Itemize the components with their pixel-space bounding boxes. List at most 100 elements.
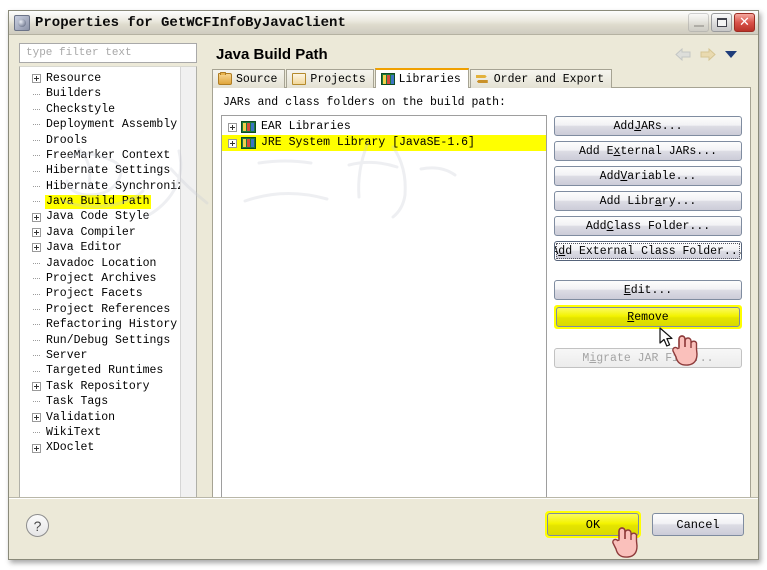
sidebar-item-drools[interactable]: Drools — [20, 133, 180, 148]
dialog-content: Resource BuildersCheckstyle Deployment Ass… — [14, 40, 753, 520]
projects-folder-icon — [292, 73, 307, 85]
cancel-button[interactable]: Cancel — [652, 513, 744, 536]
dialog-body: Resource BuildersCheckstyle Deployment Ass… — [9, 35, 758, 559]
chevron-down-icon[interactable] — [725, 50, 737, 58]
screenshot-root: Properties for GetWCFInfoByJavaClient ✕ — [0, 0, 767, 570]
sidebar-item-refactoring-history[interactable]: Refactoring History — [20, 317, 180, 332]
library-list-item[interactable]: EAR Libraries — [222, 119, 546, 135]
tree-leaf-connector-icon — [32, 136, 41, 145]
forward-arrow-icon[interactable] — [700, 47, 716, 61]
tab-projects[interactable]: Projects — [286, 69, 374, 88]
expand-plus-icon[interactable] — [228, 122, 237, 132]
tab-libraries[interactable]: Libraries — [374, 68, 469, 88]
sidebar-item-targeted-runtimes[interactable]: Targeted Runtimes — [20, 363, 180, 378]
sidebar-item-label: Validation — [46, 410, 116, 424]
dialog-title: Properties for GetWCFInfoByJavaClient — [35, 14, 346, 31]
add-external-class-folder-button[interactable]: Add External Class Folder... — [554, 241, 742, 261]
expand-plus-icon[interactable] — [32, 382, 41, 391]
settings-tree[interactable]: Resource Builders Checkstyle Deployment Ass… — [20, 67, 180, 519]
properties-gear-icon — [14, 14, 30, 31]
sidebar-item-checkstyle[interactable]: Checkstyle — [20, 102, 180, 117]
tab-label: Order and Export — [493, 72, 605, 86]
window-controls: ✕ — [688, 13, 755, 32]
dialog-title-bar[interactable]: Properties for GetWCFInfoByJavaClient ✕ — [9, 11, 758, 35]
sidebar-item-javadoc-location[interactable]: Javadoc Location — [20, 256, 180, 271]
help-icon[interactable]: ? — [26, 514, 49, 537]
sidebar-item-label: Hibernate Synchronizer — [46, 179, 180, 193]
sidebar-item-wikitext[interactable]: WikiText — [20, 425, 180, 440]
tab-order-and-export[interactable]: Order and Export — [469, 69, 613, 88]
sidebar-item-label: Task Tags — [46, 395, 109, 409]
add-class-folder-button[interactable]: Add Class Folder... — [554, 216, 742, 236]
sidebar-item-label: Drools — [46, 133, 88, 147]
sidebar-item-label: Builders — [46, 87, 102, 101]
sidebar-vertical-scrollbar[interactable] — [180, 67, 196, 519]
remove-button[interactable]: Remove — [556, 307, 740, 327]
sidebar-item-java-compiler[interactable]: Java Compiler — [20, 225, 180, 240]
edit-button[interactable]: Edit... — [554, 280, 742, 300]
sidebar-item-label: Project References — [46, 302, 171, 316]
search-input[interactable] — [24, 46, 196, 60]
sidebar-item-label: Refactoring History — [46, 318, 178, 332]
add-external-jars-button[interactable]: Add Ex ternal JARs... — [554, 141, 742, 161]
sidebar-item-task-repository[interactable]: Task Repository — [20, 379, 180, 394]
expand-plus-icon[interactable] — [32, 443, 41, 453]
libraries-list[interactable]: EAR Libraries JRE System Library [JavaSE-… — [221, 115, 547, 511]
maximize-button[interactable] — [711, 13, 732, 32]
ok-button[interactable]: OK — [547, 513, 639, 536]
sidebar-item-resource[interactable]: Resource — [20, 71, 180, 86]
sidebar-item-project-archives[interactable]: Project Archives — [20, 271, 180, 286]
sidebar-item-freemarker-context[interactable]: FreeMarker Context — [20, 148, 180, 163]
page-panel: Java Build Path Source Projects Librarie… — [204, 40, 753, 520]
ok-button-highlight: OK — [545, 511, 641, 538]
sidebar-item-label: Resource — [46, 71, 102, 85]
sidebar-item-project-facets[interactable]: Project Facets — [20, 286, 180, 301]
tab-label: Source — [236, 72, 278, 86]
tree-leaf-connector-icon — [32, 290, 41, 299]
back-arrow-icon[interactable] — [675, 47, 691, 61]
expand-plus-icon[interactable] — [32, 74, 41, 84]
tree-leaf-connector-icon — [32, 351, 41, 360]
sidebar-item-xdoclet[interactable]: XDoclet — [20, 440, 180, 455]
minimize-icon — [694, 25, 704, 27]
tab-bar[interactable]: Source Projects Libraries Order and Export — [212, 68, 751, 88]
expand-plus-icon[interactable] — [32, 212, 41, 222]
tree-leaf-connector-icon — [32, 167, 41, 176]
sidebar-item-label: Task Repository — [46, 379, 150, 393]
sidebar-item-validation[interactable]: Validation — [20, 410, 180, 425]
expand-plus-icon[interactable] — [228, 138, 237, 148]
sidebar-item-server[interactable]: Server — [20, 348, 180, 363]
tree-leaf-connector-icon — [32, 151, 41, 160]
tab-source[interactable]: Source — [212, 69, 286, 88]
dialog-footer: ? OK Cancel — [9, 497, 758, 559]
sidebar-item-task-tags[interactable]: Task Tags — [20, 394, 180, 409]
sidebar-item-builders[interactable]: Builders — [20, 86, 180, 101]
tree-leaf-connector-icon — [32, 397, 41, 406]
sidebar-item-label: XDoclet — [46, 441, 95, 455]
library-list-item[interactable]: JRE System Library [JavaSE-1.6] — [222, 135, 546, 151]
close-button[interactable]: ✕ — [734, 13, 755, 32]
sidebar-item-java-editor[interactable]: Java Editor — [20, 240, 180, 255]
library-item-label: EAR Libraries — [261, 120, 351, 134]
sidebar-item-java-code-style[interactable]: Java Code Style — [20, 210, 180, 225]
expand-plus-icon[interactable] — [32, 243, 41, 253]
expand-plus-icon[interactable] — [32, 228, 41, 238]
sidebar-item-hibernate-synchronizer[interactable]: Hibernate Synchronizer — [20, 179, 180, 194]
add-jars-button[interactable]: Add J ARs... — [554, 116, 742, 136]
sidebar-item-label: Java Code Style — [46, 210, 150, 224]
filter-field-wrapper[interactable] — [19, 43, 197, 63]
sidebar-item-project-references[interactable]: Project References — [20, 302, 180, 317]
expand-plus-icon[interactable] — [32, 412, 41, 422]
add-library-button[interactable]: Add Libr a ry... — [554, 191, 742, 211]
footer-buttons: OK Cancel — [545, 511, 744, 538]
sidebar-item-deployment-assembly[interactable]: Deployment Assembly — [20, 117, 180, 132]
sidebar-item-label: Java Compiler — [46, 225, 136, 239]
sidebar-item-hibernate-settings[interactable]: Hibernate Settings — [20, 163, 180, 178]
add-variable-button[interactable]: Add Variable... — [554, 166, 742, 186]
sidebar-item-label: FreeMarker Context — [46, 148, 171, 162]
sidebar-item-label: Checkstyle — [46, 102, 116, 116]
sidebar-item-java-build-path[interactable]: Java Build Path — [20, 194, 180, 209]
sidebar-item-run-debug-settings[interactable]: Run/Debug Settings — [20, 333, 180, 348]
tree-leaf-connector-icon — [32, 367, 41, 376]
minimize-button[interactable] — [688, 13, 709, 32]
